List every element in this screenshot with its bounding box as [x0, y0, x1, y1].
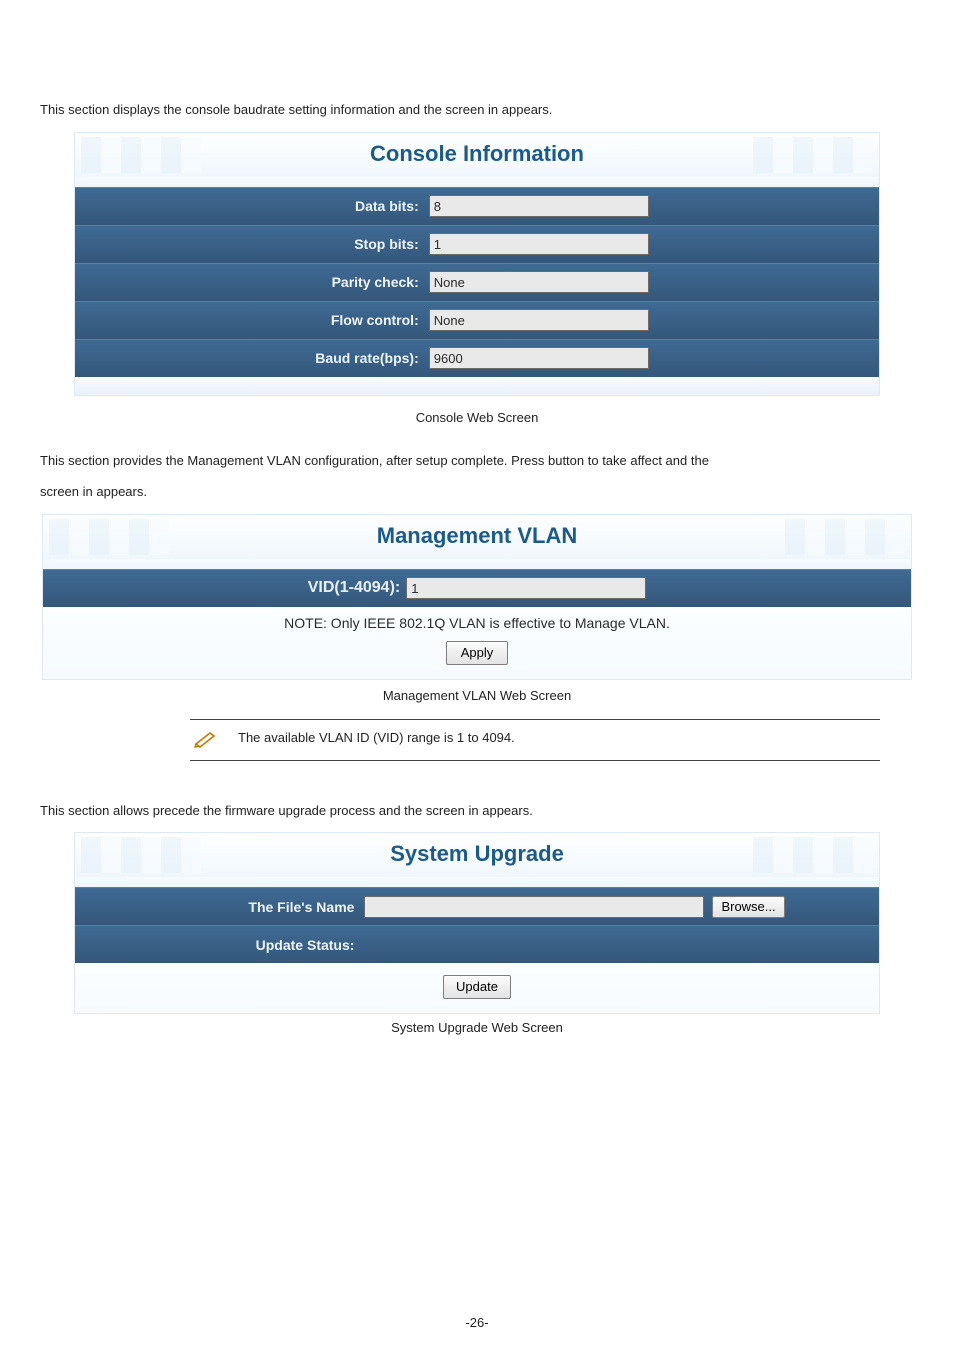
input-baud[interactable] — [429, 347, 649, 369]
tip-text: The available VLAN ID (VID) range is 1 t… — [238, 730, 515, 745]
mgmt-intro-mid: button to take affect and the — [548, 453, 709, 468]
label-status: Update Status: — [75, 937, 364, 953]
label-data-bits: Data bits: — [75, 198, 429, 214]
sys-intro-pre: This section allows precede the firmware… — [40, 803, 482, 818]
mgmt-panel: Management VLAN VID(1-4094): NOTE: Only … — [42, 514, 912, 680]
mgmt-intro2-pre: screen in — [40, 484, 96, 499]
input-stop-bits[interactable] — [429, 233, 649, 255]
mgmt-caption: Management VLAN Web Screen — [40, 688, 914, 703]
label-vid: VID(1-4094): — [308, 579, 406, 597]
update-button[interactable]: Update — [443, 975, 511, 999]
row-baud: Baud rate(bps): — [75, 339, 879, 377]
console-intro-pre: This section displays the console baudra… — [40, 102, 502, 117]
row-vid: VID(1-4094): — [43, 569, 911, 607]
label-flow: Flow control: — [75, 312, 429, 328]
sys-intro: This section allows precede the firmware… — [40, 801, 914, 821]
mgmt-intro: This section provides the Management VLA… — [40, 451, 914, 471]
mgmt-intro-pre: This section provides the Management VLA… — [40, 453, 548, 468]
console-caption: Console Web Screen — [40, 410, 914, 425]
label-file: The File's Name — [75, 899, 364, 915]
mgmt-intro2-post: appears. — [96, 484, 147, 499]
sys-panel: System Upgrade The File's Name Browse...… — [74, 832, 880, 1014]
sys-title: System Upgrade — [75, 833, 879, 877]
console-title: Console Information — [75, 133, 879, 177]
sys-caption: System Upgrade Web Screen — [40, 1020, 914, 1035]
page-number: -26- — [0, 1315, 954, 1330]
row-parity: Parity check: — [75, 263, 879, 301]
spacer — [43, 559, 911, 569]
console-intro-post: appears. — [502, 102, 553, 117]
mgmt-intro-2: screen in appears. — [40, 482, 914, 502]
browse-button[interactable]: Browse... — [712, 896, 784, 918]
row-flow: Flow control: — [75, 301, 879, 339]
sys-update-area: Update — [75, 963, 879, 1013]
input-data-bits[interactable] — [429, 195, 649, 217]
mgmt-note: NOTE: Only IEEE 802.1Q VLAN is effective… — [43, 615, 911, 631]
tip-box: The available VLAN ID (VID) range is 1 t… — [190, 719, 880, 761]
mgmt-title: Management VLAN — [43, 515, 911, 559]
label-parity: Parity check: — [75, 274, 429, 290]
label-stop-bits: Stop bits: — [75, 236, 429, 252]
console-panel: Console Information Data bits: Stop bits… — [74, 132, 880, 396]
input-parity[interactable] — [429, 271, 649, 293]
input-flow[interactable] — [429, 309, 649, 331]
apply-button[interactable]: Apply — [446, 641, 508, 665]
console-intro: This section displays the console baudra… — [40, 100, 914, 120]
pencil-icon — [194, 730, 216, 748]
mgmt-note-area: NOTE: Only IEEE 802.1Q VLAN is effective… — [43, 607, 911, 679]
row-data-bits: Data bits: — [75, 187, 879, 225]
row-stop-bits: Stop bits: — [75, 225, 879, 263]
row-file: The File's Name Browse... — [75, 887, 879, 925]
input-vid[interactable] — [406, 577, 646, 599]
panel-tail — [75, 377, 879, 395]
spacer — [75, 177, 879, 187]
row-status: Update Status: — [75, 925, 879, 963]
label-baud: Baud rate(bps): — [75, 350, 429, 366]
input-file[interactable] — [364, 896, 704, 918]
spacer — [75, 877, 879, 887]
sys-intro-post: appears. — [482, 803, 533, 818]
